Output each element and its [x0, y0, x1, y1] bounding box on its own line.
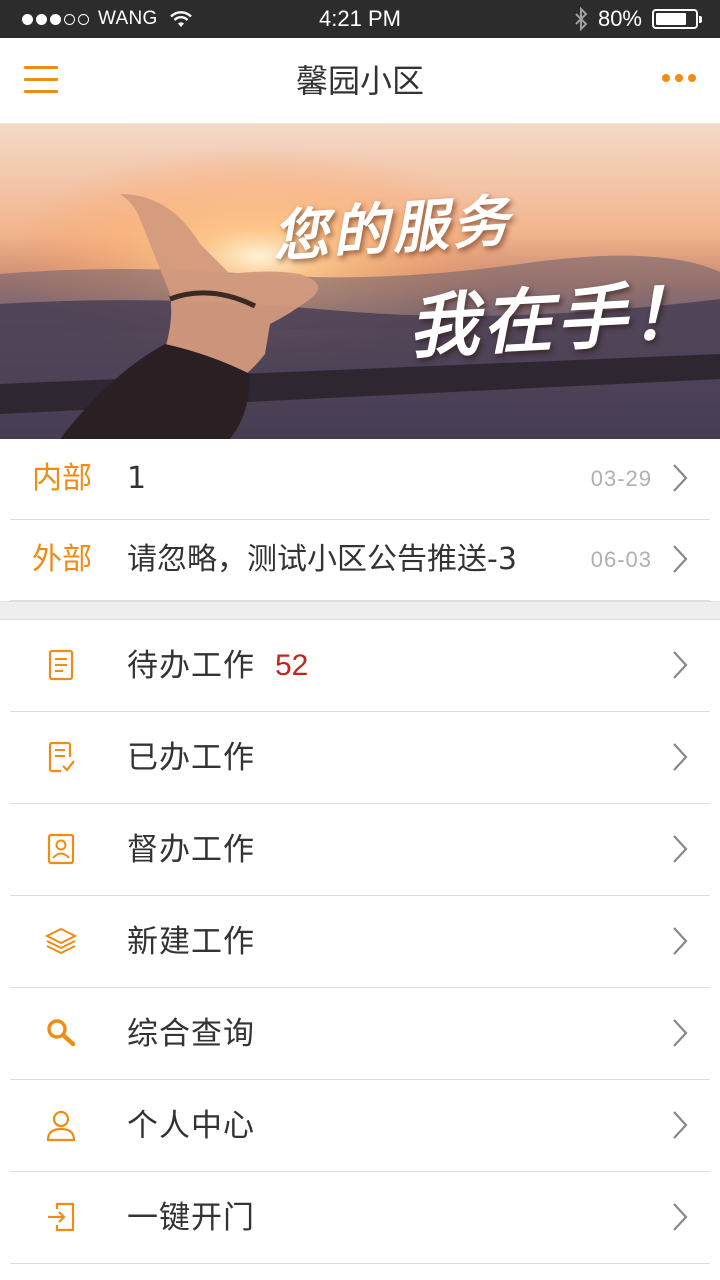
nav-bar: 馨园小区	[0, 38, 720, 124]
battery-icon	[652, 9, 702, 29]
page-title: 馨园小区	[295, 62, 424, 100]
bluetooth-icon	[575, 7, 588, 31]
menu-item-personal-center[interactable]: 个人中心	[10, 1080, 710, 1172]
chevron-right-icon	[673, 1203, 688, 1231]
notice-tag: 外部	[32, 542, 92, 577]
menu-item-general-query[interactable]: 综合查询	[10, 988, 710, 1080]
menu-item-pending-work[interactable]: 待办工作 52	[10, 620, 710, 712]
menu-item-label: 个人中心	[127, 1108, 255, 1144]
menu-item-supervise-work[interactable]: 督办工作	[10, 804, 710, 896]
banner-image[interactable]: 您的服务 我在手！	[0, 124, 720, 439]
battery-percent: 80%	[597, 6, 642, 31]
menu-item-new-work[interactable]: 新建工作	[10, 896, 710, 988]
more-dots-icon[interactable]	[662, 74, 696, 82]
profile-card-icon	[47, 833, 75, 865]
menu-item-label: 待办工作	[127, 648, 255, 684]
notice-item-internal[interactable]: 内部 1 03-29	[10, 439, 710, 520]
chevron-right-icon	[673, 835, 688, 863]
menu-item-label: 一键开门	[127, 1200, 255, 1236]
user-icon	[46, 1110, 76, 1142]
menu-item-label: 综合查询	[127, 1016, 255, 1052]
notice-item-external[interactable]: 外部 请忽略，测试小区公告推送-3 06-03	[10, 520, 710, 601]
chevron-right-icon	[673, 927, 688, 955]
chevron-right-icon	[673, 743, 688, 771]
notice-date: 03-29	[590, 466, 652, 491]
menu-item-done-work[interactable]: 已办工作	[10, 712, 710, 804]
notice-text: 1	[127, 461, 147, 496]
chevron-right-icon	[673, 545, 688, 573]
notice-tag: 内部	[32, 461, 92, 496]
search-icon	[47, 1019, 76, 1047]
document-check-icon	[48, 741, 75, 773]
menu-item-label: 督办工作	[127, 832, 255, 868]
chevron-right-icon	[673, 651, 688, 679]
menu-item-one-key-open-door[interactable]: 一键开门	[10, 1172, 710, 1264]
notice-list: 内部 1 03-29 外部 请忽略，测试小区公告推送-3 06-03	[0, 439, 720, 601]
chevron-right-icon	[673, 1019, 688, 1047]
document-icon	[48, 649, 74, 681]
banner-slogan-line1: 您的服务	[270, 187, 515, 271]
menu-item-label: 新建工作	[127, 924, 255, 960]
status-bar: WANG 4:21 PM 80%	[0, 0, 720, 38]
battery-level	[656, 13, 687, 25]
menu-item-label: 已办工作	[127, 740, 255, 776]
chevron-right-icon	[673, 464, 688, 492]
chevron-right-icon	[673, 1111, 688, 1139]
banner-slogan-line2: 我在手！	[406, 270, 707, 369]
section-divider	[0, 601, 720, 620]
battery-group: 80%	[574, 0, 702, 38]
layers-icon	[44, 927, 78, 955]
notice-text: 请忽略，测试小区公告推送-3	[127, 542, 517, 577]
pending-count-badge: 52	[275, 649, 309, 682]
notice-date: 06-03	[590, 547, 652, 572]
work-menu-list: 待办工作 52 已办工作 督办工作 新建工作 综合查询 个人中心 一键开门	[0, 620, 720, 1264]
door-enter-icon	[48, 1202, 75, 1232]
